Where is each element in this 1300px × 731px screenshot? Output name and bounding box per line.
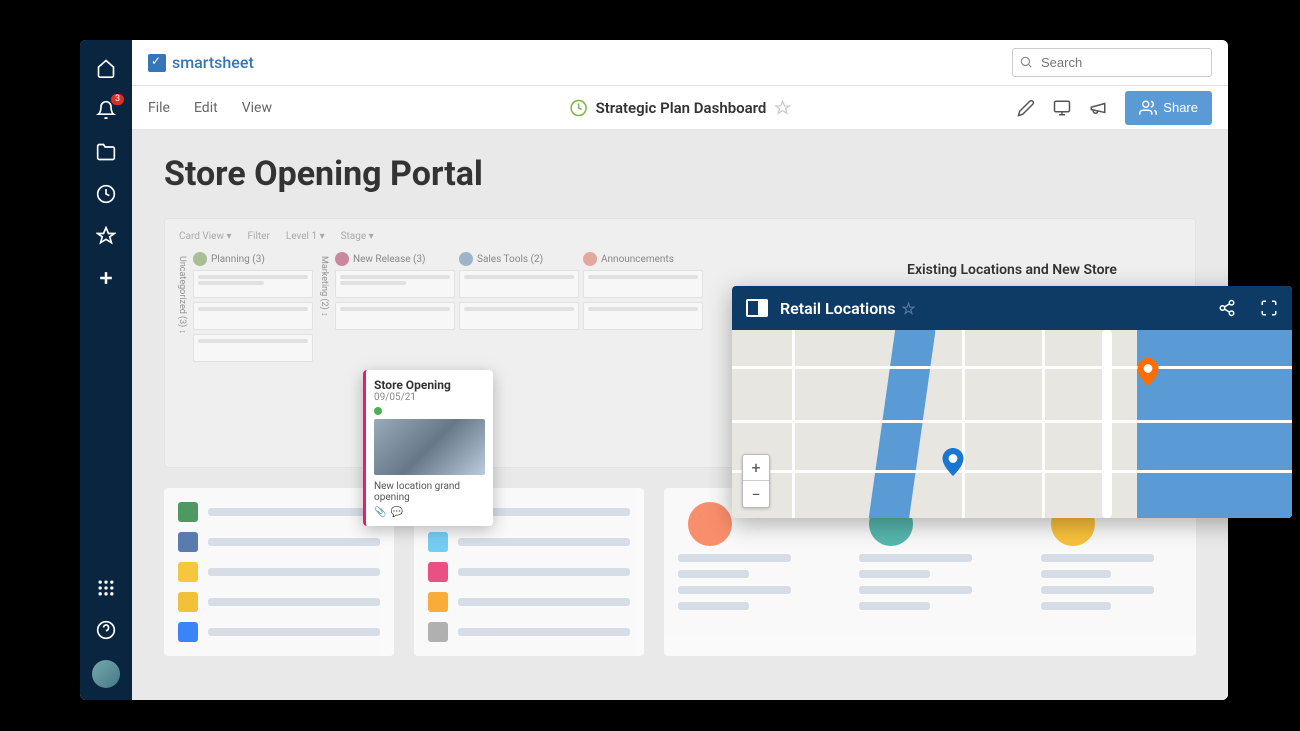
topbar-menu-row: File Edit View Strategic Plan Dashboard … bbox=[132, 86, 1228, 130]
topbar-brand-row: smartsheet bbox=[132, 40, 1228, 86]
status-dot-icon bbox=[374, 407, 382, 415]
people-icon bbox=[1139, 99, 1157, 117]
announce-icon[interactable] bbox=[1089, 99, 1107, 117]
file-row[interactable] bbox=[178, 562, 380, 582]
person-item[interactable] bbox=[859, 502, 1000, 610]
file-row[interactable] bbox=[428, 592, 630, 612]
recents-icon[interactable] bbox=[94, 182, 118, 206]
notifications-icon[interactable]: 3 bbox=[94, 98, 118, 122]
board-tool[interactable]: Filter bbox=[243, 229, 273, 244]
board-tool[interactable]: Stage ▾ bbox=[337, 229, 378, 244]
right-actions: Share bbox=[1017, 91, 1212, 125]
map-header: Retail Locations☆ bbox=[732, 286, 1292, 330]
add-icon[interactable] bbox=[94, 266, 118, 290]
map-title: Retail Locations☆ bbox=[780, 299, 1206, 318]
attachment-icon[interactable]: 📎 bbox=[374, 507, 386, 518]
file-list-widget-1[interactable] bbox=[164, 488, 394, 656]
nav-rail: 3 bbox=[80, 40, 132, 700]
board-toolbar: Card View ▾ Filter Level 1 ▾ Stage ▾ bbox=[175, 229, 1185, 244]
doc-title-wrap: Strategic Plan Dashboard bbox=[570, 99, 791, 117]
card-meta-icons: 📎 💬 bbox=[374, 507, 485, 518]
person-item[interactable] bbox=[1041, 502, 1182, 610]
folder-icon[interactable] bbox=[94, 140, 118, 164]
map-section-label: Existing Locations and New Store bbox=[732, 262, 1292, 278]
card-detail-popup[interactable]: Store Opening 09/05/21 New location gran… bbox=[363, 370, 493, 526]
lane-title: Sales Tools (2) bbox=[477, 254, 543, 265]
zoom-out-button[interactable]: − bbox=[743, 481, 769, 507]
apps-icon[interactable] bbox=[94, 576, 118, 600]
menu-file[interactable]: File bbox=[148, 100, 170, 116]
edit-icon[interactable] bbox=[1017, 99, 1035, 117]
dashboard-icon bbox=[570, 99, 588, 117]
map-body[interactable]: + − bbox=[732, 330, 1292, 518]
map-panel: Retail Locations☆ + − bbox=[732, 286, 1292, 518]
zoom-in-button[interactable]: + bbox=[743, 455, 769, 481]
file-row[interactable] bbox=[428, 622, 630, 642]
menu-view[interactable]: View bbox=[242, 100, 272, 116]
brand-label: smartsheet bbox=[172, 53, 254, 72]
menu-items: File Edit View bbox=[148, 100, 272, 116]
map-pin-icon[interactable] bbox=[942, 448, 964, 476]
board-tool[interactable]: Level 1 ▾ bbox=[282, 229, 329, 244]
home-icon[interactable] bbox=[94, 56, 118, 80]
lane-title: New Release (3) bbox=[353, 254, 426, 265]
search-box bbox=[1012, 48, 1212, 77]
file-row[interactable] bbox=[428, 532, 630, 552]
file-row[interactable] bbox=[178, 502, 380, 522]
menu-edit[interactable]: Edit bbox=[194, 100, 218, 116]
share-button[interactable]: Share bbox=[1125, 91, 1212, 125]
file-row[interactable] bbox=[178, 622, 380, 642]
file-row[interactable] bbox=[178, 532, 380, 552]
doc-title: Strategic Plan Dashboard bbox=[596, 99, 767, 117]
kanban-lane: Planning (3) bbox=[193, 252, 313, 452]
favorites-icon[interactable] bbox=[94, 224, 118, 248]
card-title: Store Opening bbox=[374, 378, 485, 392]
lane-title: Planning (3) bbox=[211, 254, 265, 265]
present-icon[interactable] bbox=[1053, 99, 1071, 117]
swimlane-label[interactable]: Marketing (2) ↕ bbox=[317, 252, 331, 452]
panel-layout-icon[interactable] bbox=[746, 299, 768, 317]
file-row[interactable] bbox=[428, 562, 630, 582]
share-icon[interactable] bbox=[1218, 299, 1236, 317]
brand-logo-icon bbox=[148, 54, 166, 72]
favorite-star-icon[interactable] bbox=[774, 100, 790, 116]
kanban-lane: Announcements bbox=[583, 252, 703, 452]
file-row[interactable] bbox=[178, 592, 380, 612]
user-avatar[interactable] bbox=[92, 660, 120, 688]
card-image bbox=[374, 419, 485, 475]
search-icon bbox=[1019, 55, 1033, 69]
card-description: New location grand opening bbox=[374, 481, 485, 503]
share-label: Share bbox=[1163, 100, 1198, 115]
comment-icon[interactable]: 💬 bbox=[390, 507, 402, 518]
map-favorite-icon[interactable]: ☆ bbox=[901, 299, 915, 318]
map-pin-icon[interactable] bbox=[1137, 358, 1159, 386]
notification-badge: 3 bbox=[111, 94, 124, 105]
page-title: Store Opening Portal bbox=[164, 154, 1196, 194]
zoom-control: + − bbox=[742, 454, 770, 508]
swimlane-label[interactable]: Uncategorized (3) ↕ bbox=[175, 252, 189, 452]
person-item[interactable] bbox=[678, 502, 819, 610]
help-icon[interactable] bbox=[94, 618, 118, 642]
search-input[interactable] bbox=[1012, 48, 1212, 77]
lane-title: Announcements bbox=[601, 254, 674, 265]
fullscreen-icon[interactable] bbox=[1260, 299, 1278, 317]
card-date: 09/05/21 bbox=[374, 392, 485, 403]
board-tool[interactable]: Card View ▾ bbox=[175, 229, 235, 244]
brand[interactable]: smartsheet bbox=[148, 53, 254, 72]
